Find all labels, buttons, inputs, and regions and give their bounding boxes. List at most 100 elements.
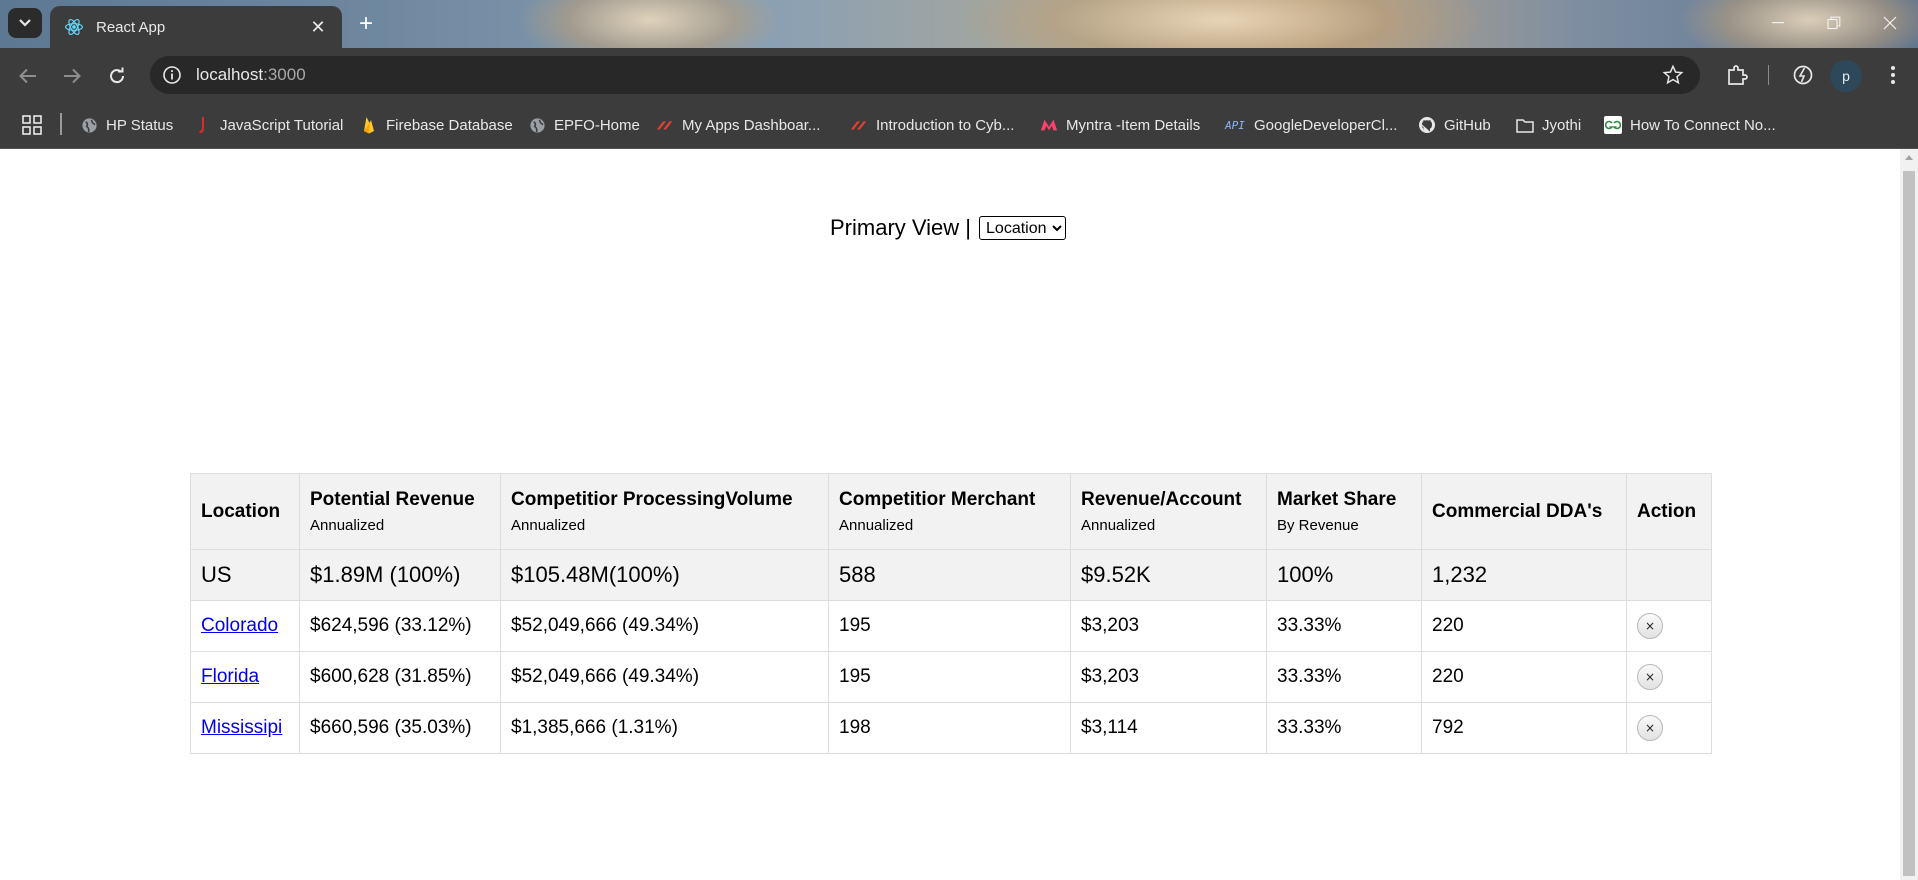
reload-button[interactable]	[103, 62, 131, 90]
bookmark-epfo-home[interactable]: EPFO-Home	[528, 114, 640, 136]
location-link-florida[interactable]: Florida	[201, 666, 259, 687]
header-title: Competitior Merchant	[839, 489, 1036, 510]
url-host: localhost	[196, 65, 264, 84]
header-subtitle: Annualized	[1081, 517, 1156, 534]
header-title: Revenue/Account	[1081, 489, 1242, 510]
total-merchant: 588	[828, 549, 1071, 601]
scrollbar-thumb[interactable]	[1903, 171, 1915, 876]
zscaler-icon	[656, 116, 674, 134]
page-scrollbar[interactable]	[1900, 149, 1918, 880]
header-title: Market Share	[1277, 489, 1397, 510]
bookmark-label: My Apps Dashboar...	[682, 116, 821, 134]
scroll-up-arrow-icon[interactable]	[1905, 155, 1913, 160]
new-tab-button[interactable]: +	[352, 10, 380, 38]
location-cell: Mississipi	[190, 702, 300, 754]
header-subtitle: Annualized	[511, 517, 586, 534]
close-window-button[interactable]	[1870, 8, 1910, 38]
primary-view-label: Primary View |	[830, 215, 972, 240]
table-row: Colorado $624,596 (33.12%) $52,049,666 (…	[190, 600, 1712, 652]
primary-view-control: Primary View | Location	[830, 215, 1067, 241]
action-cell: ×	[1626, 702, 1712, 754]
speedometer-icon	[1793, 65, 1813, 85]
api-icon: API	[1225, 118, 1245, 132]
header-title: Competitior ProcessingVolume	[511, 489, 793, 510]
address-bar[interactable]: localhost:3000	[150, 56, 1700, 94]
bookmark-myntra-item-details[interactable]: Myntra -Item Details	[1040, 114, 1200, 136]
bookmark-firebase-database[interactable]: Firebase Database	[360, 114, 513, 136]
location-cell: Colorado	[190, 600, 300, 652]
zscaler-icon	[850, 116, 868, 134]
folder-icon	[1516, 116, 1534, 134]
processing-volume-cell: $1,385,666 (1.31%)	[500, 702, 829, 754]
browser-toolbar: localhost:3000 p	[0, 48, 1918, 102]
arrow-right-icon	[64, 68, 81, 84]
bookmark-label: How To Connect No...	[1630, 116, 1776, 134]
site-info-icon[interactable]	[162, 65, 182, 85]
sky-background	[520, 0, 780, 48]
bookmark-label: GoogleDeveloperCl...	[1254, 116, 1398, 134]
forward-button[interactable]	[58, 62, 86, 90]
bookmark-hp-status[interactable]: HP Status	[80, 114, 173, 136]
total-market-share: 100%	[1266, 549, 1422, 601]
bookmark-how-to-connect[interactable]: How To Connect No...	[1604, 114, 1776, 136]
bookmark-folder-jyothi[interactable]: Jyothi	[1516, 114, 1581, 136]
reload-icon	[110, 67, 125, 84]
bookmark-label: Firebase Database	[386, 116, 513, 134]
bookmark-introduction-to-cyber[interactable]: Introduction to Cyb...	[850, 114, 1014, 136]
globe-icon	[80, 116, 98, 134]
revenue-per-account-cell: $3,203	[1070, 600, 1267, 652]
remove-row-button[interactable]: ×	[1637, 664, 1663, 690]
restore-button[interactable]	[1814, 8, 1854, 38]
bookmark-label: GitHub	[1444, 116, 1491, 134]
javascript-tutorial-icon	[194, 116, 212, 134]
chevron-down-icon	[19, 19, 31, 27]
processing-volume-cell: $52,049,666 (49.34%)	[500, 651, 829, 703]
remove-row-button[interactable]: ×	[1637, 613, 1663, 639]
action-cell: ×	[1626, 600, 1712, 652]
bookmark-github[interactable]: GitHub	[1418, 114, 1491, 136]
table-total-row: US $1.89M (100%) $105.48M(100%) 588 $9.5…	[190, 549, 1712, 601]
minimize-button[interactable]	[1758, 8, 1798, 38]
performance-button[interactable]	[1790, 62, 1816, 88]
close-tab-icon[interactable]: ✕	[308, 17, 328, 37]
header-location: Location	[190, 473, 300, 550]
globe-icon	[528, 116, 546, 134]
bookmark-my-apps-dashboard[interactable]: My Apps Dashboar...	[656, 114, 820, 136]
merchant-cell: 198	[828, 702, 1071, 754]
bookmark-javascript-tutorial[interactable]: JavaScript Tutorial	[194, 114, 343, 136]
profile-avatar[interactable]: p	[1830, 60, 1862, 92]
header-title: Action	[1637, 500, 1697, 522]
total-location: US	[190, 549, 300, 601]
header-market-share: Market Share By Revenue	[1266, 473, 1422, 550]
bookmark-label: Introduction to Cyb...	[876, 116, 1015, 134]
total-processing-volume: $105.48M(100%)	[500, 549, 829, 601]
bookmarks-separator	[60, 113, 62, 135]
remove-row-button[interactable]: ×	[1637, 715, 1663, 741]
back-button[interactable]	[14, 62, 42, 90]
market-share-cell: 33.33%	[1266, 600, 1422, 652]
extensions-button[interactable]	[1724, 62, 1750, 88]
total-potential-revenue: $1.89M (100%)	[299, 549, 501, 601]
tab-title: React App	[96, 18, 166, 36]
table-row: Florida $600,628 (31.85%) $52,049,666 (4…	[190, 651, 1712, 703]
processing-volume-cell: $52,049,666 (49.34%)	[500, 600, 829, 652]
location-link-mississipi[interactable]: Mississipi	[201, 717, 282, 738]
browser-menu-button[interactable]	[1880, 62, 1906, 88]
total-revenue-per-account: $9.52K	[1070, 549, 1267, 601]
apps-grid-icon[interactable]	[22, 115, 42, 135]
header-title: Potential Revenue	[310, 489, 475, 510]
revenue-per-account-cell: $3,114	[1070, 702, 1267, 754]
location-metrics-table: Location Potential Revenue Annualized Com…	[190, 473, 1712, 754]
geeksforgeeks-icon	[1604, 116, 1622, 134]
table-row: Mississipi $660,596 (35.03%) $1,385,666 …	[190, 702, 1712, 754]
bookmark-label: Jyothi	[1542, 116, 1582, 134]
bookmark-star-icon[interactable]	[1662, 64, 1684, 86]
primary-view-select[interactable]: Location	[979, 216, 1067, 240]
bookmark-google-developer-cloud[interactable]: API GoogleDeveloperCl...	[1224, 114, 1397, 136]
action-cell: ×	[1626, 651, 1712, 703]
bookmark-label: EPFO-Home	[554, 116, 640, 134]
location-link-colorado[interactable]: Colorado	[201, 615, 278, 636]
restore-icon	[1827, 16, 1841, 30]
tab-search-button[interactable]	[8, 8, 42, 38]
browser-tab[interactable]: React App ✕	[50, 6, 342, 48]
